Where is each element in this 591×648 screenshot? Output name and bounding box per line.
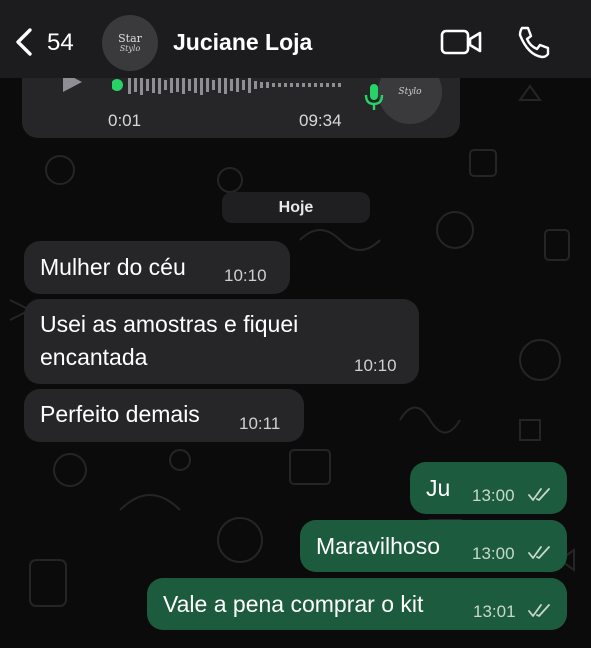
outgoing-message[interactable]: Ju 13:00 bbox=[410, 462, 567, 514]
incoming-message[interactable]: Usei as amostras e fiquei encantada 10:1… bbox=[24, 299, 419, 384]
unread-count[interactable]: 54 bbox=[47, 29, 74, 57]
message-time: 10:10 bbox=[354, 356, 397, 375]
message-time: 13:00 bbox=[472, 544, 515, 563]
message-text: Mulher do céu bbox=[40, 254, 186, 280]
message-text: Maravilhoso bbox=[316, 533, 440, 559]
message-text: Ju bbox=[426, 475, 451, 501]
message-text-line-2: encantada bbox=[40, 344, 148, 370]
voice-timestamp: 09:34 bbox=[299, 111, 342, 130]
message-time: 10:11 bbox=[239, 414, 281, 433]
back-chevron-icon[interactable] bbox=[10, 26, 38, 58]
chat-header: 54 Star Stylo Juciane Loja bbox=[0, 0, 591, 78]
message-text-line-1: Usei as amostras e fiquei bbox=[40, 311, 299, 337]
avatar-logo-text: Star bbox=[118, 31, 142, 45]
message-time: 13:01 bbox=[473, 602, 516, 621]
video-call-icon[interactable] bbox=[440, 28, 482, 56]
contact-name[interactable]: Juciane Loja bbox=[173, 29, 312, 56]
microphone-icon bbox=[364, 84, 384, 110]
read-receipt-icon bbox=[528, 546, 550, 559]
voice-avatar-logo-text: Stylo bbox=[398, 87, 422, 97]
read-receipt-icon bbox=[528, 604, 550, 617]
incoming-message[interactable]: Perfeito demais 10:11 bbox=[24, 389, 304, 442]
message-time: 13:00 bbox=[472, 486, 515, 505]
outgoing-message[interactable]: Maravilhoso 13:00 bbox=[300, 520, 567, 572]
message-text: Perfeito demais bbox=[40, 401, 200, 427]
contact-avatar[interactable]: Star Stylo bbox=[102, 15, 158, 71]
message-text: Vale a pena comprar o kit bbox=[163, 591, 424, 617]
phone-call-icon[interactable] bbox=[514, 24, 550, 60]
outgoing-message[interactable]: Vale a pena comprar o kit 13:01 bbox=[147, 578, 567, 630]
incoming-message[interactable]: Mulher do céu 10:10 bbox=[24, 241, 290, 294]
message-time: 10:10 bbox=[224, 266, 267, 285]
read-receipt-icon bbox=[528, 488, 550, 501]
avatar-logo-subtext: Stylo bbox=[119, 43, 141, 53]
date-separator: Hoje bbox=[222, 192, 370, 223]
voice-duration: 0:01 bbox=[108, 111, 142, 130]
